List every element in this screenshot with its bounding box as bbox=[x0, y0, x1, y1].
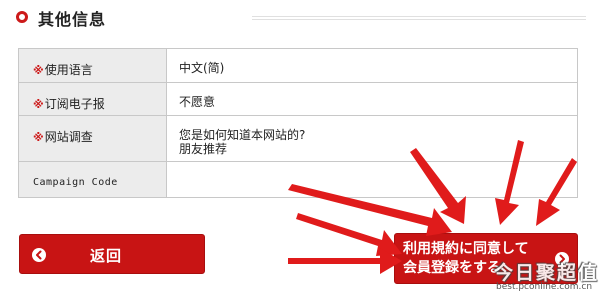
header-divider bbox=[252, 16, 586, 20]
row-value-newsletter: 不愿意 bbox=[166, 82, 578, 116]
back-button-label: 返回 bbox=[90, 247, 123, 265]
row-label-survey: ※网站调查 bbox=[18, 115, 167, 162]
row-value-language: 中文(简) bbox=[166, 48, 578, 83]
agree-label-line1: 利用規約に同意して bbox=[403, 241, 529, 257]
table-row: Campaign Code bbox=[18, 161, 578, 198]
arrow-annotation bbox=[296, 213, 402, 256]
table-row: ※订阅电子报 不愿意 bbox=[18, 82, 578, 116]
table-row: ※网站调查 您是如何知道本网站的? 朋友推荐 bbox=[18, 115, 578, 162]
required-mark: ※ bbox=[33, 98, 44, 111]
row-value-survey: 您是如何知道本网站的? 朋友推荐 bbox=[166, 115, 578, 162]
watermark-url: best.pconline.com.cn bbox=[496, 282, 593, 292]
survey-answer: 朋友推荐 bbox=[179, 142, 228, 156]
row-label-newsletter: ※订阅电子报 bbox=[18, 82, 167, 116]
row-value-text: 中文(简) bbox=[179, 61, 225, 75]
section-header: 其他信息 bbox=[16, 6, 586, 29]
row-label-text: 网站调查 bbox=[44, 130, 93, 144]
row-label-campaign: Campaign Code bbox=[18, 161, 167, 198]
row-label-text: Campaign Code bbox=[33, 177, 118, 188]
section-title: 其他信息 bbox=[38, 10, 107, 29]
ring-icon bbox=[16, 11, 28, 23]
chevron-left-icon bbox=[32, 248, 46, 262]
survey-question: 您是如何知道本网站的? bbox=[179, 128, 306, 142]
required-mark: ※ bbox=[33, 64, 44, 77]
table-row: ※使用语言 中文(简) bbox=[18, 48, 578, 83]
row-label-language: ※使用语言 bbox=[18, 48, 167, 83]
arrow-annotation bbox=[288, 248, 402, 274]
row-label-text: 使用语言 bbox=[44, 63, 93, 77]
watermark-logo: 今日聚超值 bbox=[494, 262, 600, 284]
row-label-text: 订阅电子报 bbox=[44, 97, 105, 111]
row-value-campaign bbox=[166, 161, 578, 198]
info-table: ※使用语言 中文(简) ※订阅电子报 不愿意 ※网站调查 您是如何知道本网站的?… bbox=[18, 48, 578, 198]
required-mark: ※ bbox=[33, 131, 44, 144]
row-value-text: 不愿意 bbox=[179, 95, 216, 109]
back-button[interactable]: 返回 bbox=[19, 234, 205, 274]
